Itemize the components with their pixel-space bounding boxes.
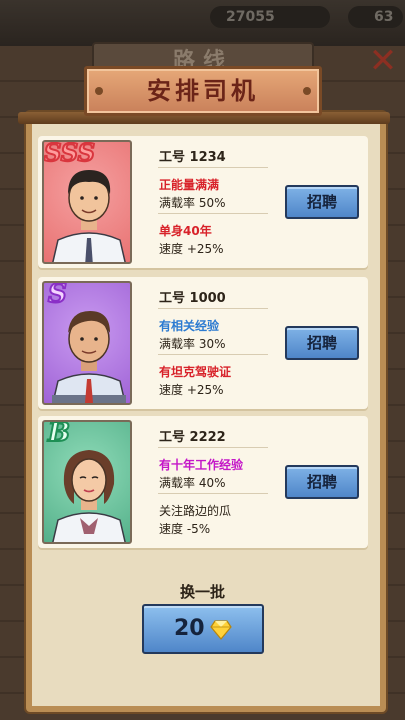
candidate-card: S 工号 1000 有相关经验 满载率 30% 有坦克驾驶证 速度 +25% 招… — [38, 277, 368, 409]
refresh-button[interactable]: 20 — [142, 604, 264, 654]
refresh-label: 换一批 — [179, 583, 225, 601]
load-rate: 满载率 50% — [159, 196, 226, 210]
trait-secondary: 有坦克驾驶证 — [159, 365, 232, 379]
rank-badge: SSS — [44, 140, 96, 168]
candidate-card: B 工号 2222 有十年工作经验 满载率 40% 关注路边的瓜 速度 -5% … — [38, 416, 368, 548]
driver-portrait: B — [42, 420, 132, 544]
divider — [158, 354, 268, 355]
title-plaque: 安排司机 — [84, 66, 322, 116]
candidate-card: SSS 工号 1234 正能量满满 满载率 50% 单身40年 速度 +25% … — [38, 136, 368, 268]
trait-primary: 正能量满满 — [159, 178, 220, 192]
hire-button[interactable]: 招聘 — [285, 326, 359, 360]
employee-id: 工号 1000 — [159, 291, 226, 306]
trait-secondary: 关注路边的瓜 — [159, 504, 232, 518]
load-rate: 满载率 40% — [159, 476, 226, 490]
driver-portrait: S — [42, 281, 132, 405]
top-hud: 27055 63 — [0, 0, 405, 46]
employee-id: 工号 1234 — [159, 150, 226, 165]
close-icon[interactable]: ✕ — [366, 44, 400, 80]
speed-modifier: 速度 +25% — [159, 383, 224, 397]
hire-button[interactable]: 招聘 — [285, 465, 359, 499]
divider — [158, 493, 268, 494]
speed-modifier: 速度 +25% — [159, 242, 224, 256]
trait-primary: 有十年工作经验 — [159, 458, 244, 472]
divider — [158, 167, 268, 168]
driver-portrait: SSS — [42, 140, 132, 264]
divider — [158, 308, 268, 309]
rank-badge: B — [47, 420, 71, 449]
gem-icon — [210, 620, 232, 640]
hire-button[interactable]: 招聘 — [285, 185, 359, 219]
employee-id: 工号 2222 — [159, 430, 226, 445]
rank-badge: S — [47, 281, 68, 310]
coin-count: 27055 — [226, 9, 275, 25]
trait-secondary: 单身40年 — [159, 224, 212, 238]
trait-primary: 有相关经验 — [159, 319, 220, 333]
divider — [158, 447, 268, 448]
gem-count: 63 — [374, 9, 394, 25]
load-rate: 满载率 30% — [159, 337, 226, 351]
refresh-cost: 20 — [174, 616, 205, 641]
divider — [158, 213, 268, 214]
speed-modifier: 速度 -5% — [159, 522, 211, 536]
dialog-title: 安排司机 — [147, 77, 259, 105]
